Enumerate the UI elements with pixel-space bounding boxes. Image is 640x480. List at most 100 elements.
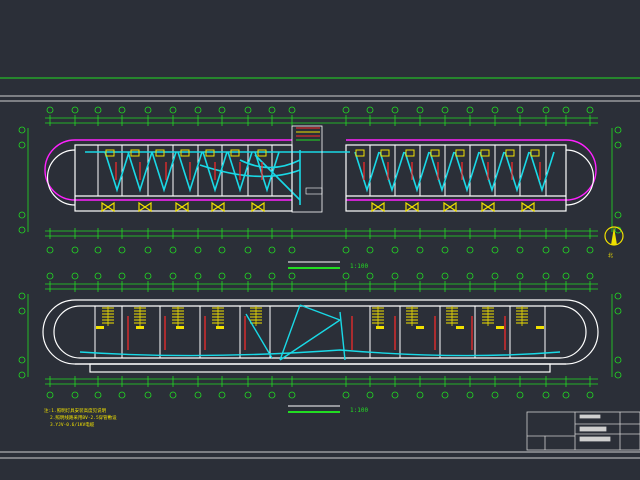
grid-bubble bbox=[586, 272, 594, 280]
grid-bubble bbox=[516, 272, 524, 280]
upper-plan-title: 1:100 bbox=[288, 261, 368, 270]
grid-bubble bbox=[18, 211, 26, 219]
ceiling-light-fixture bbox=[155, 149, 165, 157]
grid-bubble bbox=[614, 126, 622, 134]
grid-bubble bbox=[366, 246, 374, 254]
grid-bubble bbox=[118, 272, 126, 280]
grid-bubble bbox=[614, 292, 622, 300]
stair-fixture bbox=[516, 306, 528, 326]
stair-fixture bbox=[406, 306, 418, 326]
ceiling-light-fixture bbox=[530, 149, 540, 157]
bathroom-light-fixture bbox=[405, 201, 419, 213]
grid-bubble bbox=[491, 272, 499, 280]
room-tag bbox=[456, 326, 464, 329]
grid-bubble bbox=[288, 391, 296, 399]
grid-bubble bbox=[562, 391, 570, 399]
grid-bubble bbox=[144, 106, 152, 114]
room-tag bbox=[376, 326, 384, 329]
grid-bubble bbox=[18, 371, 26, 379]
lower-dimension-lines bbox=[18, 272, 622, 399]
grid-bubble bbox=[218, 272, 226, 280]
grid-bubble bbox=[466, 246, 474, 254]
grid-bubble bbox=[366, 106, 374, 114]
grid-bubble bbox=[18, 292, 26, 300]
bathroom-light-fixture bbox=[251, 201, 265, 213]
grid-bubble bbox=[288, 272, 296, 280]
upper-building-outline bbox=[44, 139, 597, 201]
lower-plan-scale: 1:100 bbox=[350, 407, 368, 414]
grid-bubble bbox=[71, 106, 79, 114]
grid-bubble bbox=[562, 106, 570, 114]
cad-drawing-canvas: 1:100 1:100 北 注:1.照明灯具安装高度见说明 2.照明线路采用BV… bbox=[0, 77, 640, 459]
stair-fixture bbox=[482, 306, 494, 326]
upper-distribution-riser bbox=[291, 125, 323, 213]
lower-plan-title: 1:100 bbox=[288, 405, 368, 414]
room-tag bbox=[176, 326, 184, 329]
grid-bubble bbox=[288, 246, 296, 254]
room-tag bbox=[416, 326, 424, 329]
grid-bubble bbox=[244, 246, 252, 254]
grid-bubble bbox=[218, 106, 226, 114]
grid-bubble bbox=[18, 141, 26, 149]
grid-bubble bbox=[391, 272, 399, 280]
note-line-3: 3.YJV-0.6/1KV电缆 bbox=[50, 421, 95, 428]
grid-bubble bbox=[18, 126, 26, 134]
grid-bubble bbox=[586, 246, 594, 254]
grid-bubble bbox=[94, 246, 102, 254]
bathroom-light-fixture bbox=[101, 201, 115, 213]
grid-bubble bbox=[342, 246, 350, 254]
bathroom-light-fixture bbox=[443, 201, 457, 213]
grid-bubble bbox=[562, 246, 570, 254]
lower-walls bbox=[42, 299, 599, 373]
grid-bubble bbox=[441, 272, 449, 280]
grid-bubble bbox=[194, 246, 202, 254]
grid-bubble bbox=[118, 391, 126, 399]
upper-floor-plan: 1:100 bbox=[18, 106, 622, 270]
grid-bubble bbox=[144, 272, 152, 280]
ceiling-light-fixture bbox=[355, 149, 365, 157]
grid-bubble bbox=[416, 391, 424, 399]
grid-bubble bbox=[18, 356, 26, 364]
drawing-notes: 注:1.照明灯具安装高度见说明 2.照明线路采用BV-2.5穿管敷设 3.YJV… bbox=[44, 407, 117, 428]
title-block bbox=[526, 411, 640, 451]
grid-bubble bbox=[614, 371, 622, 379]
grid-bubble bbox=[169, 106, 177, 114]
upper-circuit-labels bbox=[115, 162, 541, 180]
grid-bubble bbox=[416, 272, 424, 280]
grid-bubble bbox=[71, 246, 79, 254]
grid-bubble bbox=[169, 272, 177, 280]
grid-bubble bbox=[18, 307, 26, 315]
grid-bubble bbox=[614, 307, 622, 315]
lower-room-partitions bbox=[94, 306, 546, 358]
grid-bubble bbox=[466, 272, 474, 280]
grid-bubble bbox=[614, 211, 622, 219]
grid-bubble bbox=[614, 141, 622, 149]
note-line-2: 2.照明线路采用BV-2.5穿管敷设 bbox=[50, 414, 117, 421]
grid-bubble bbox=[542, 272, 550, 280]
grid-bubble bbox=[466, 106, 474, 114]
ceiling-light-fixture bbox=[480, 149, 490, 157]
grid-bubble bbox=[118, 106, 126, 114]
ceiling-light-fixture bbox=[455, 149, 465, 157]
note-line-1: 注:1.照明灯具安装高度见说明 bbox=[44, 407, 107, 414]
grid-bubble bbox=[71, 391, 79, 399]
circuit-run-right bbox=[354, 151, 555, 193]
upper-lighting-circuits bbox=[85, 151, 555, 201]
grid-bubble bbox=[218, 391, 226, 399]
grid-bubble bbox=[144, 391, 152, 399]
ceiling-light-fixture bbox=[230, 149, 240, 157]
grid-bubble bbox=[491, 391, 499, 399]
grid-bubble bbox=[46, 391, 54, 399]
stair-fixture bbox=[212, 306, 224, 326]
grid-bubble bbox=[194, 272, 202, 280]
grid-bubble bbox=[441, 106, 449, 114]
grid-bubble bbox=[144, 246, 152, 254]
bathroom-light-fixture bbox=[175, 201, 189, 213]
ceiling-light-fixture bbox=[105, 149, 115, 157]
grid-bubble bbox=[391, 106, 399, 114]
grid-bubble bbox=[542, 391, 550, 399]
grid-bubble bbox=[366, 391, 374, 399]
grid-bubble bbox=[342, 106, 350, 114]
grid-bubble bbox=[562, 272, 570, 280]
ceiling-light-fixture bbox=[205, 149, 215, 157]
